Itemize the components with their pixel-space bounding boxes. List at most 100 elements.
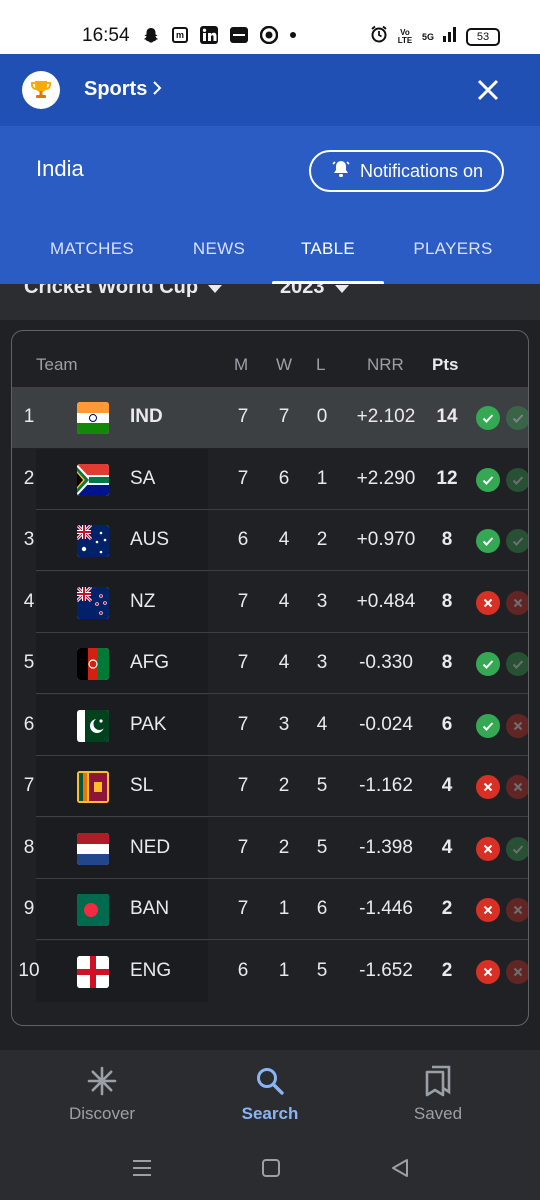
table-row[interactable]: 4 NZ 7 4 3 +0.484 8: [12, 571, 528, 633]
wins: 4: [278, 529, 290, 550]
wins: 7: [278, 406, 290, 427]
matches-played: 7: [237, 406, 249, 427]
tab-matches[interactable]: MATCHES: [36, 238, 148, 284]
loss-x-icon: [476, 836, 500, 861]
home-icon[interactable]: [261, 1158, 281, 1183]
points: 2: [441, 959, 453, 981]
status-bar: 16:54 m Vo LTE 5G 53: [0, 0, 540, 54]
sri-lanka-flag-icon: [77, 771, 109, 803]
matches-played: 7: [237, 836, 249, 858]
loss-x-icon: [506, 713, 528, 738]
loss-x-icon: [476, 590, 500, 615]
win-check-icon: [476, 529, 500, 553]
loss-x-icon: [506, 590, 528, 615]
nav-search[interactable]: Search: [210, 1064, 330, 1124]
table-row[interactable]: 6 PAK 7 3 4 -0.024 6: [12, 694, 528, 756]
team-abbr: NZ: [130, 590, 156, 612]
points: 8: [441, 590, 453, 612]
net-run-rate: -1.162: [359, 775, 413, 796]
losses: 5: [316, 836, 328, 858]
network-type: 5G: [421, 31, 434, 42]
tournament-label: Cricket World Cup: [24, 284, 199, 298]
trophy-icon[interactable]: [22, 71, 60, 109]
table-row[interactable]: 3 AUS 6 4 2 +0.970 8: [12, 510, 528, 571]
new-zealand-flag-icon: [77, 586, 109, 619]
header-wins: W: [276, 355, 293, 374]
losses: 6: [316, 898, 328, 919]
win-check-icon: [506, 529, 528, 553]
wins: 4: [278, 652, 290, 673]
wins: 3: [278, 713, 290, 735]
notifications-button[interactable]: Notifications on: [309, 150, 504, 192]
tab-news[interactable]: NEWS: [174, 238, 264, 284]
points: 6: [441, 713, 453, 735]
dropdown-arrow-icon: [334, 284, 349, 299]
wins: 6: [278, 467, 290, 489]
points: 8: [441, 652, 453, 673]
table-row[interactable]: 8 NED 7 2 5 -1.398 4: [12, 817, 528, 879]
team-abbr: AUS: [130, 529, 170, 550]
matches-played: 6: [237, 529, 249, 550]
team-abbr: NED: [130, 836, 171, 858]
header-team: Team: [36, 355, 78, 374]
position: 7: [23, 775, 35, 796]
net-run-rate: +2.102: [356, 406, 416, 427]
sports-title-link[interactable]: Sports: [84, 78, 147, 101]
team-abbr: PAK: [130, 713, 167, 735]
england-flag-icon: [77, 955, 109, 988]
matches-played: 7: [237, 590, 249, 612]
recents-icon[interactable]: [132, 1158, 152, 1183]
team-name: India: [36, 156, 84, 181]
back-icon[interactable]: [390, 1158, 410, 1183]
win-check-icon: [476, 467, 500, 492]
header-matches: M: [234, 355, 249, 374]
table-row[interactable]: 9 BAN 7 1 6 -1.446 2: [12, 879, 528, 940]
position: 3: [23, 529, 35, 550]
linkedin-icon: [200, 26, 218, 44]
table-row[interactable]: 1 IND 7 7 0 +2.102 14: [12, 387, 528, 448]
chevron-right-icon[interactable]: [152, 80, 162, 101]
net-run-rate: -1.398: [359, 836, 413, 858]
pakistan-flag-icon: [77, 709, 109, 742]
team-abbr: ENG: [130, 959, 172, 981]
more-notifications-dot: [290, 32, 296, 38]
points: 14: [436, 406, 458, 427]
table-row[interactable]: 10 ENG 6 1 5 -1.652 2: [12, 940, 528, 1002]
nav-discover-label: Discover: [68, 1104, 136, 1123]
dropdown-arrow-icon: [208, 284, 223, 299]
season-dropdown[interactable]: 2023: [280, 284, 349, 299]
losses: 2: [316, 529, 328, 550]
sports-bar: Sports: [0, 54, 540, 126]
matches-played: 6: [237, 959, 249, 981]
table-row[interactable]: 2 SA 7 6 1 +2.290 12: [12, 448, 528, 510]
tab-table[interactable]: TABLE: [272, 238, 384, 284]
nav-discover[interactable]: Discover: [42, 1064, 162, 1124]
tab-bar: MATCHES NEWS TABLE PLAYERS: [0, 238, 540, 284]
win-check-icon: [506, 836, 528, 861]
season-label: 2023: [280, 284, 325, 298]
nav-saved[interactable]: Saved: [378, 1064, 498, 1124]
losses: 4: [316, 713, 328, 735]
netherlands-flag-icon: [77, 832, 109, 865]
table-row[interactable]: 7 SL 7 2 5 -1.162 4: [12, 756, 528, 817]
signal-icon: [442, 26, 458, 47]
close-icon[interactable]: [474, 76, 502, 104]
nav-saved-label: Saved: [413, 1104, 463, 1123]
bottom-nav: Discover Search Saved: [0, 1050, 540, 1140]
losses: 5: [316, 775, 328, 796]
net-run-rate: -0.024: [359, 713, 413, 735]
win-check-icon: [476, 652, 500, 676]
win-check-icon: [476, 406, 500, 430]
snapchat-icon: [142, 26, 160, 44]
win-check-icon: [476, 713, 500, 738]
wins: 1: [278, 898, 290, 919]
header-nrr: NRR: [367, 355, 404, 374]
points: 4: [441, 775, 453, 796]
points: 4: [441, 836, 453, 858]
discover-icon: [42, 1064, 162, 1098]
table-row[interactable]: 5 AFG 7 4 3 -0.330 8: [12, 633, 528, 694]
matches-played: 7: [237, 898, 249, 919]
tab-players[interactable]: PLAYERS: [400, 238, 506, 284]
tournament-dropdown[interactable]: Cricket World Cup: [24, 284, 223, 299]
team-abbr: SL: [130, 775, 154, 796]
